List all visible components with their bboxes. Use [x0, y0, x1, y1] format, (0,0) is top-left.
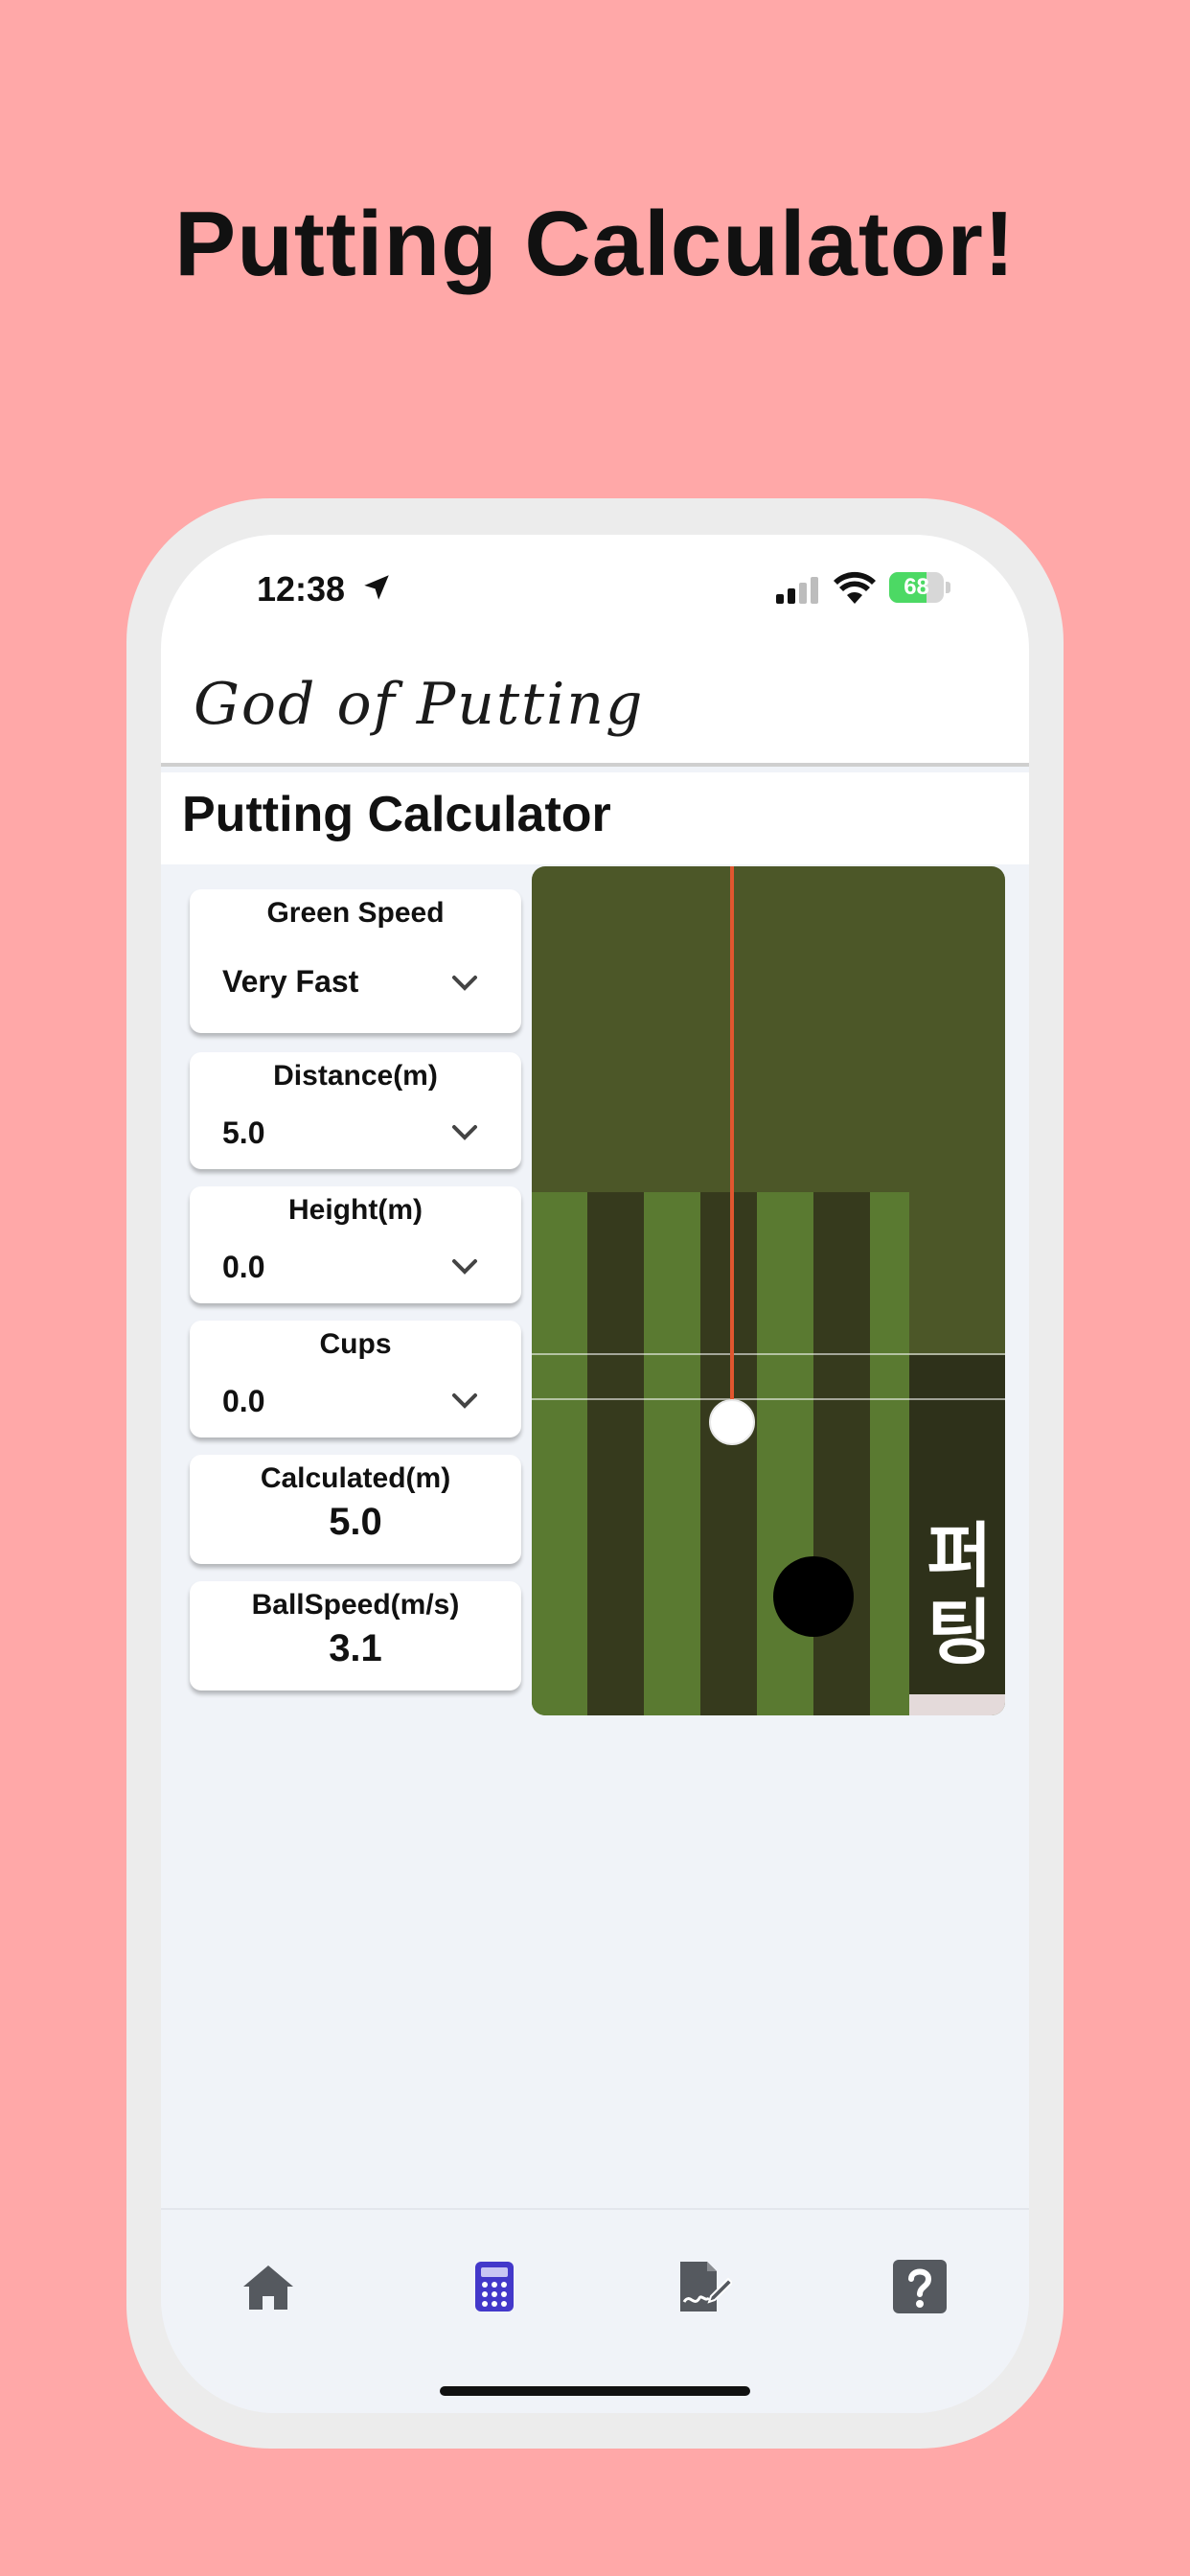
page-title-bar: Putting Calculator — [161, 772, 1029, 864]
ball-speed-value: 3.1 — [329, 1627, 382, 1669]
app-header: God of Putting — [161, 650, 1029, 767]
ball-speed-result: BallSpeed(m/s) 3.1 — [190, 1581, 521, 1690]
chevron-down-icon — [452, 1259, 477, 1275]
aim-line — [730, 866, 734, 1403]
home-icon[interactable] — [240, 2258, 297, 2315]
calculated-value: 5.0 — [329, 1501, 382, 1543]
chevron-down-icon — [452, 1393, 477, 1409]
status-bar: 12:38 68 — [161, 535, 1029, 650]
height-value: 0.0 — [222, 1250, 265, 1284]
ball-speed-label: BallSpeed(m/s) — [251, 1589, 460, 1621]
phone-screen: 12:38 68 God of Putting Putting Calculat… — [161, 535, 1029, 2413]
app-title: God of Putting — [194, 671, 645, 738]
status-time: 12:38 — [257, 569, 346, 609]
cups-label: Cups — [319, 1328, 392, 1360]
guide-line — [532, 1353, 1005, 1355]
green-speed-label: Green Speed — [266, 897, 445, 929]
calculator-icon[interactable] — [466, 2258, 523, 2315]
battery-level: 68 — [904, 574, 929, 600]
distance-select[interactable]: Distance(m) 5.0 — [190, 1052, 521, 1169]
page-title: Putting Calculator — [182, 787, 611, 842]
green-stripe — [700, 1192, 758, 1715]
green-stripe — [532, 1192, 589, 1715]
green-speed-value: Very Fast — [222, 964, 359, 999]
green-stripe — [644, 1192, 701, 1715]
distance-value: 5.0 — [222, 1116, 265, 1150]
wifi-icon — [834, 571, 876, 604]
height-label: Height(m) — [288, 1194, 423, 1226]
signature-doc-icon[interactable] — [675, 2258, 732, 2315]
location-arrow-icon — [364, 575, 389, 600]
green-stripe — [757, 1192, 814, 1715]
promo-title: Putting Calculator! — [174, 193, 1016, 295]
cellular-signal-icon — [776, 577, 818, 604]
home-indicator — [440, 2386, 750, 2396]
height-select[interactable]: Height(m) 0.0 — [190, 1186, 521, 1303]
chevron-down-icon — [452, 976, 477, 991]
guide-line — [532, 1398, 1005, 1400]
green-stripe — [587, 1192, 645, 1715]
golf-ball — [709, 1399, 755, 1445]
calculated-result: Calculated(m) 5.0 — [190, 1455, 521, 1564]
cups-value: 0.0 — [222, 1384, 265, 1418]
putting-green-visual: 퍼팅 — [532, 866, 1005, 1715]
green-speed-select[interactable]: Green Speed Very Fast — [190, 889, 521, 1033]
side-panel-base — [909, 1694, 1005, 1715]
bottom-nav — [161, 2208, 1029, 2413]
distance-label: Distance(m) — [273, 1060, 438, 1092]
battery-indicator: 68 — [889, 571, 950, 604]
chevron-down-icon — [452, 1125, 477, 1140]
question-icon[interactable] — [891, 2258, 949, 2315]
calculated-label: Calculated(m) — [260, 1462, 451, 1494]
cups-select[interactable]: Cups 0.0 — [190, 1321, 521, 1438]
green-stripe — [813, 1192, 871, 1715]
putting-vertical-label: 퍼팅 — [914, 1518, 994, 1671]
golf-cup — [773, 1556, 854, 1637]
